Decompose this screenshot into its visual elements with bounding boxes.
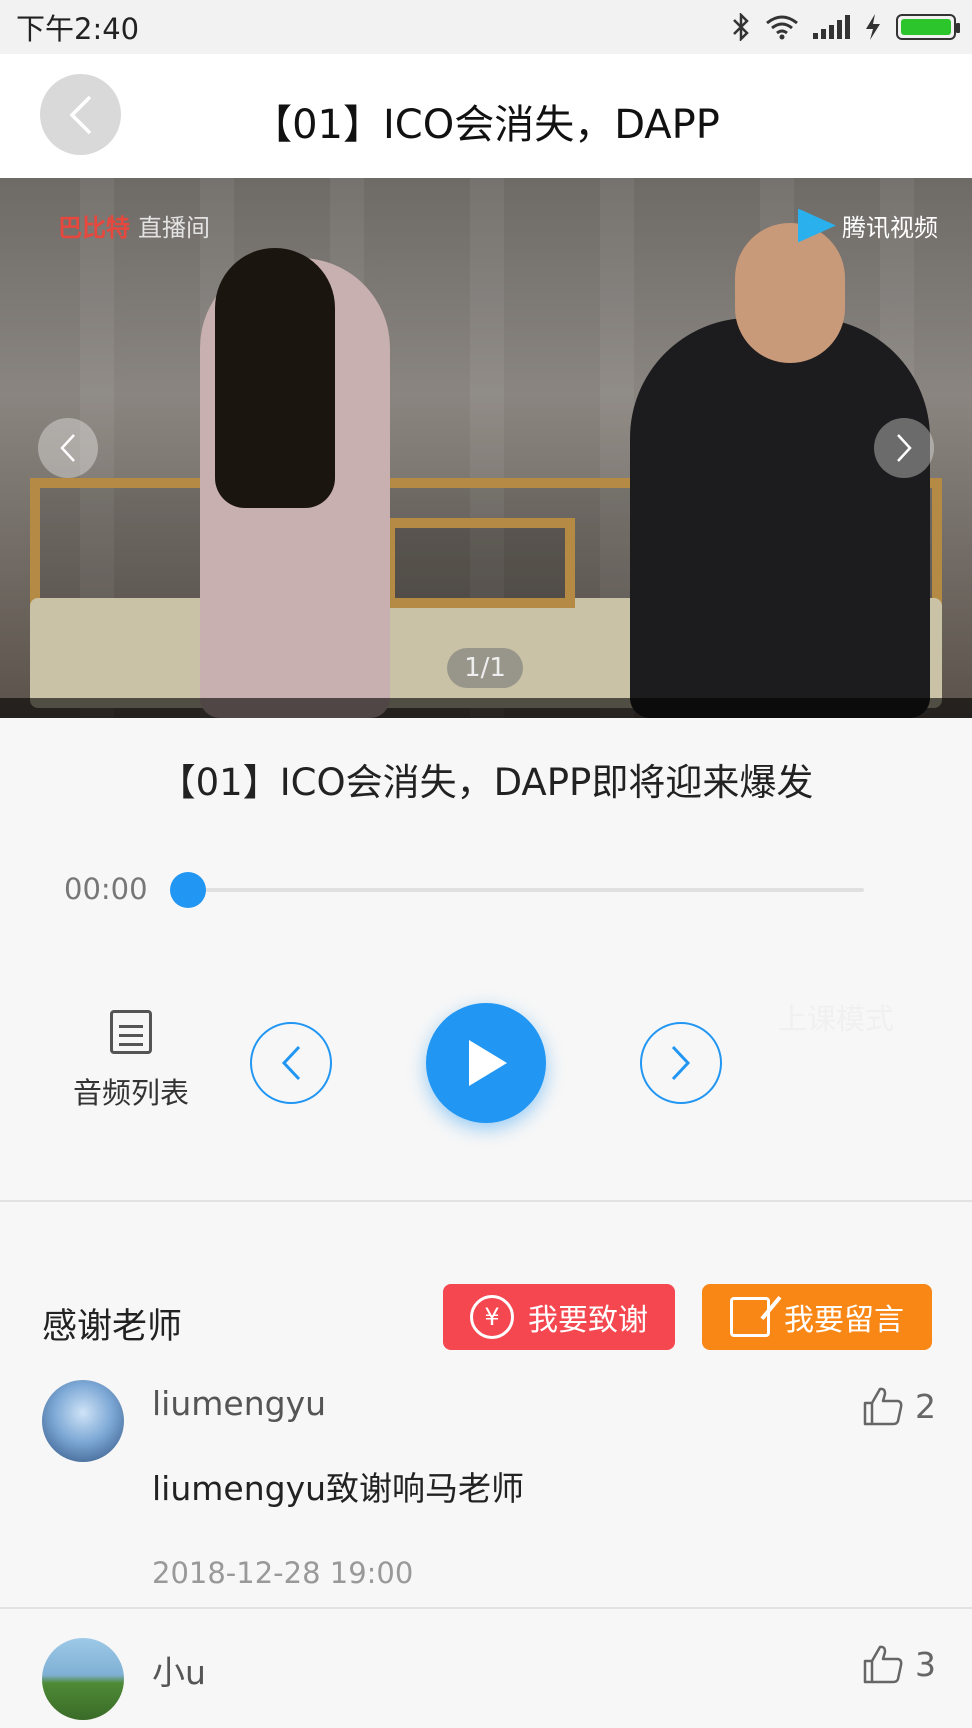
image-page-indicator: 1/1 — [447, 648, 523, 688]
next-track-button[interactable] — [640, 1022, 722, 1104]
edit-icon — [730, 1297, 770, 1337]
chevron-right-icon — [671, 1045, 691, 1081]
signal-icon — [813, 15, 850, 39]
broadcaster-logo: 巴比特 直播间 — [58, 214, 210, 242]
section-divider — [0, 1200, 972, 1202]
comment-text: liumengyu致谢响马老师 — [152, 1469, 525, 1508]
comment-username: liumengyu — [152, 1384, 327, 1423]
video-control-strip — [0, 698, 972, 718]
wifi-icon — [766, 15, 798, 40]
video-image[interactable]: 巴比特 直播间 腾讯视频 1/1 — [0, 178, 972, 718]
class-mode-button[interactable]: 上课模式 — [778, 996, 894, 1038]
list-icon — [110, 1010, 152, 1054]
like-count: 3 — [915, 1644, 936, 1684]
thank-button-label: 我要致谢 — [528, 1303, 648, 1338]
chevron-left-icon — [281, 1045, 301, 1081]
bluetooth-icon — [733, 13, 749, 41]
audio-list-button[interactable]: 音频列表 — [66, 1010, 196, 1112]
chevron-left-icon — [60, 434, 75, 462]
page-title: 【01】ICO会消失，DAPP — [252, 102, 720, 148]
tencent-video-logo: 腾讯视频 — [798, 208, 938, 243]
progress-track[interactable] — [190, 888, 864, 892]
audio-list-label: 音频列表 — [72, 1076, 189, 1110]
charging-icon — [866, 14, 880, 40]
status-icons — [731, 13, 960, 41]
comment-username: 小u — [152, 1653, 206, 1692]
current-time: 00:00 — [64, 872, 148, 906]
avatar[interactable] — [42, 1638, 124, 1720]
comment-button-label: 我要留言 — [784, 1303, 904, 1338]
avatar[interactable] — [42, 1380, 124, 1462]
play-icon — [469, 1040, 507, 1086]
like-button[interactable]: 3 — [861, 1642, 936, 1686]
play-button[interactable] — [426, 1003, 546, 1123]
comment-divider — [0, 1607, 972, 1609]
audio-title: 【01】ICO会消失，DAPP即将迎来爆发 — [158, 761, 814, 804]
like-count: 2 — [915, 1386, 936, 1426]
tencent-video-icon — [798, 208, 836, 243]
thank-teacher-button[interactable]: ¥ 我要致谢 — [443, 1284, 675, 1350]
status-bar: 下午2:40 — [0, 0, 972, 54]
header: 【01】ICO会消失，DAPP — [0, 54, 972, 178]
status-time: 下午2:40 — [16, 12, 140, 46]
image-next-button[interactable] — [874, 418, 934, 478]
leave-message-button[interactable]: 我要留言 — [702, 1284, 932, 1350]
previous-track-button[interactable] — [250, 1022, 332, 1104]
thumbs-up-icon — [863, 1645, 903, 1684]
thanks-section-title: 感谢老师 — [42, 1307, 183, 1347]
yen-icon: ¥ — [470, 1295, 514, 1339]
thumbs-up-icon — [863, 1387, 903, 1426]
like-button[interactable]: 2 — [861, 1384, 936, 1428]
progress-thumb[interactable] — [170, 872, 206, 908]
chevron-right-icon — [897, 434, 912, 462]
comment-time: 2018-12-28 19:00 — [152, 1556, 414, 1590]
image-prev-button[interactable] — [38, 418, 98, 478]
battery-icon — [896, 14, 960, 40]
